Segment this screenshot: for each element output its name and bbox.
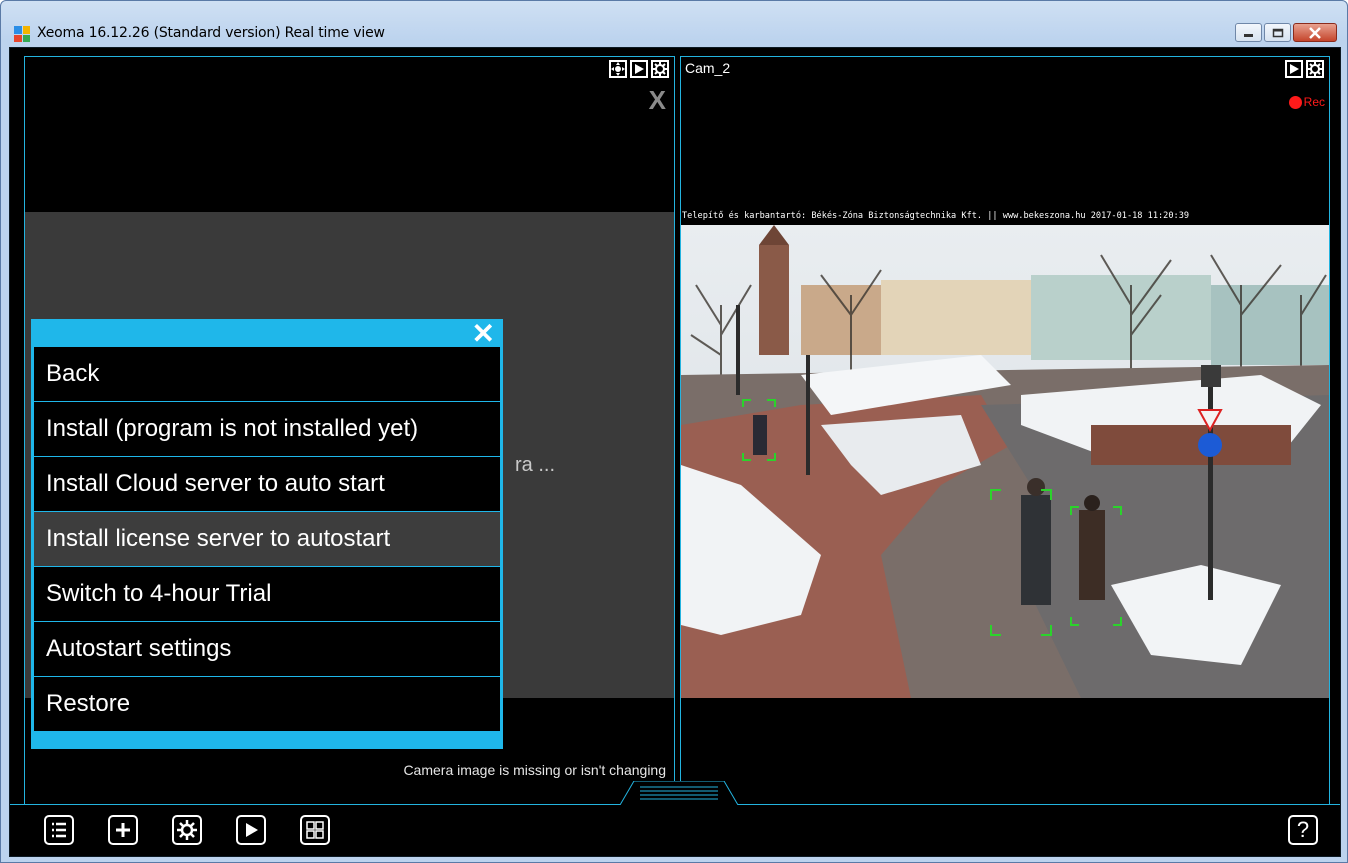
- bottom-toolbar: ?: [10, 804, 1340, 856]
- menu-item-autostart-settings[interactable]: Autostart settings: [34, 622, 500, 677]
- record-dot-icon: [1288, 95, 1302, 109]
- layout-grid-button[interactable]: [300, 815, 330, 845]
- maximize-button[interactable]: [1264, 23, 1291, 42]
- camera-status-text: Camera image is missing or isn't changin…: [403, 762, 666, 778]
- menu-item-restore[interactable]: Restore: [34, 677, 500, 732]
- plus-icon: [116, 823, 130, 837]
- minimize-button[interactable]: [1235, 23, 1262, 42]
- camera-video-feed[interactable]: [681, 225, 1329, 698]
- window-title: Xeoma 16.12.26 (Standard version) Real t…: [37, 25, 385, 41]
- camera-list-button[interactable]: [44, 815, 74, 845]
- close-button[interactable]: [1293, 23, 1337, 42]
- menu-item-switch-trial[interactable]: Switch to 4-hour Trial: [34, 567, 500, 622]
- gear-icon[interactable]: [1306, 60, 1324, 78]
- maximize-icon: [1272, 28, 1283, 37]
- gear-icon[interactable]: [651, 60, 669, 78]
- camera-overlay-text: Telepítő és karbantartó: Békés-Zóna Bizt…: [681, 209, 1329, 225]
- play-icon[interactable]: [1285, 60, 1303, 78]
- archive-play-button[interactable]: [236, 815, 266, 845]
- menu-item-install-cloud-server[interactable]: Install Cloud server to auto start: [34, 457, 500, 512]
- camera-name: Cam_2: [685, 60, 731, 76]
- camera-pane-right[interactable]: Cam_2 Rec Telepítő és karbantartó: Békés…: [680, 56, 1330, 853]
- list-icon: [52, 822, 66, 838]
- app-window: Xeoma 16.12.26 (Standard version) Real t…: [0, 0, 1348, 863]
- recording-indicator: Rec: [1288, 95, 1325, 109]
- ptz-control-icon[interactable]: [609, 60, 627, 78]
- title-bar[interactable]: Xeoma 16.12.26 (Standard version) Real t…: [1, 1, 1347, 47]
- right-pane-controls: [1285, 60, 1324, 78]
- menu-item-install-license-server[interactable]: Install license server to autostart: [34, 512, 500, 567]
- toolbar-toggle-tab[interactable]: [619, 780, 739, 806]
- settings-button[interactable]: [172, 815, 202, 845]
- xeoma-logo-icon: [14, 26, 30, 42]
- grid-icon: [306, 821, 324, 839]
- play-icon: [246, 823, 258, 837]
- left-pane-controls: [609, 60, 669, 78]
- menu-item-install[interactable]: Install (program is not installed yet): [34, 402, 500, 457]
- add-camera-button[interactable]: [108, 815, 138, 845]
- rec-label: Rec: [1303, 95, 1325, 109]
- play-icon[interactable]: [630, 60, 648, 78]
- close-icon: [1309, 26, 1321, 39]
- menu-close-icon[interactable]: ✕: [472, 317, 495, 350]
- toolbar-handle-icon: [619, 780, 739, 806]
- context-menu: ✕ Back Install (program is not installed…: [31, 317, 503, 749]
- help-button[interactable]: ?: [1288, 815, 1318, 845]
- minimize-icon: [1243, 33, 1253, 37]
- gear-icon: [177, 820, 197, 840]
- client-area: X ra ... Camera image is missing or isn'…: [9, 47, 1341, 857]
- remove-camera-close-icon[interactable]: X: [649, 85, 666, 116]
- connecting-text: ra ...: [515, 454, 556, 476]
- menu-item-back[interactable]: Back: [34, 347, 500, 402]
